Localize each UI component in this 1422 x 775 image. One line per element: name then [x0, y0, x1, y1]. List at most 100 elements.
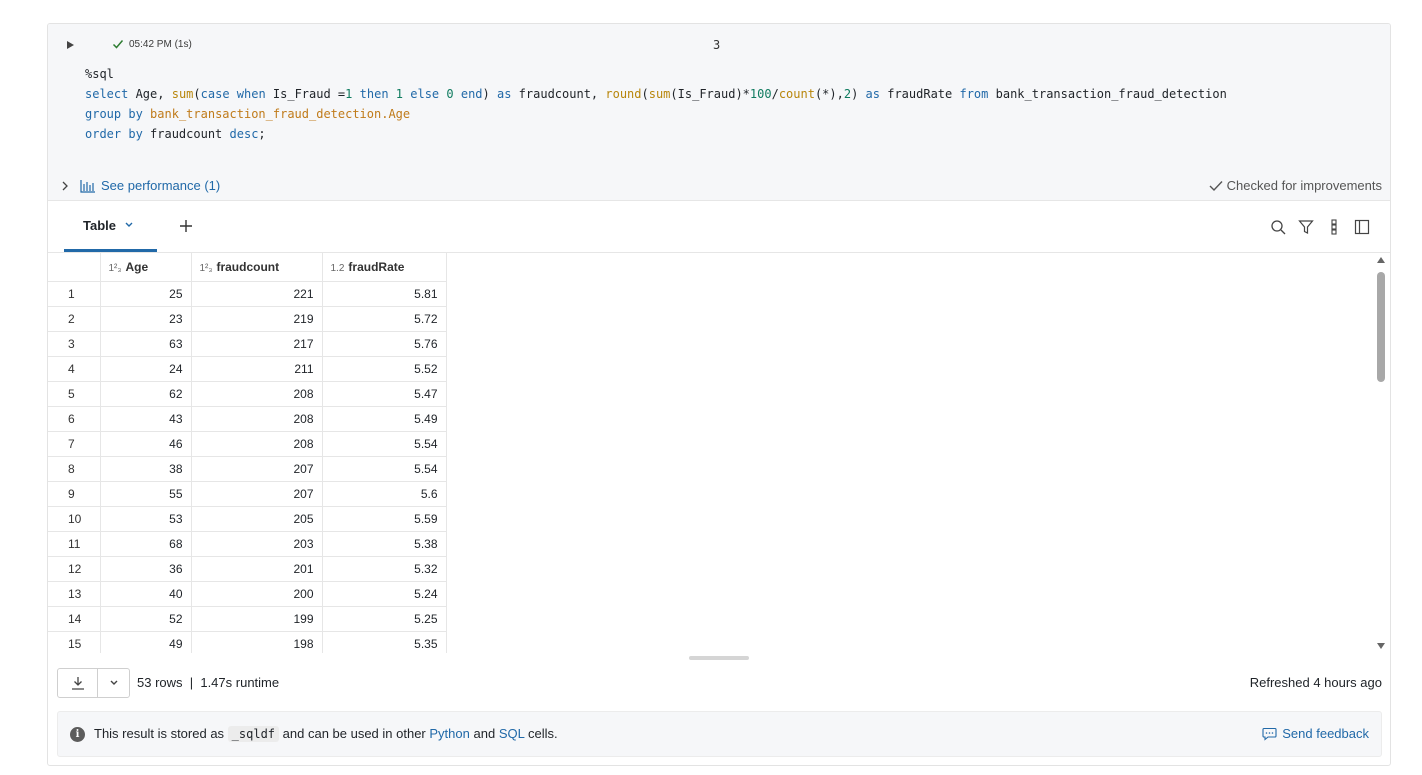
- download-options-button[interactable]: [98, 669, 129, 697]
- table-row[interactable]: 1 25 221 5.81: [48, 281, 447, 307]
- scroll-up-arrow-icon[interactable]: [1377, 257, 1385, 263]
- fraudcount-cell[interactable]: 219: [191, 306, 323, 332]
- column-header-age[interactable]: 1²₃ Age: [100, 253, 192, 282]
- fraudrate-cell[interactable]: 5.52: [322, 356, 447, 382]
- age-cell[interactable]: 55: [100, 481, 192, 507]
- table-row[interactable]: 9 55 207 5.6: [48, 481, 447, 507]
- scroll-thumb[interactable]: [1377, 272, 1385, 382]
- column-header-fraudrate[interactable]: 1.2 fraudRate: [322, 253, 447, 282]
- age-cell[interactable]: 63: [100, 331, 192, 357]
- table-row[interactable]: 10 53 205 5.59: [48, 506, 447, 532]
- fraudcount-cell[interactable]: 208: [191, 431, 323, 457]
- fraudcount-cell[interactable]: 207: [191, 481, 323, 507]
- fraudrate-cell[interactable]: 5.72: [322, 306, 447, 332]
- age-cell[interactable]: 24: [100, 356, 192, 382]
- age-cell[interactable]: 43: [100, 406, 192, 432]
- fraudrate-cell[interactable]: 5.54: [322, 431, 447, 457]
- fraudrate-cell[interactable]: 5.59: [322, 506, 447, 532]
- table-row[interactable]: 8 38 207 5.54: [48, 456, 447, 482]
- scroll-down-arrow-icon[interactable]: [1377, 643, 1385, 649]
- vertical-scrollbar[interactable]: [1375, 257, 1387, 649]
- table-row[interactable]: 11 68 203 5.38: [48, 531, 447, 557]
- send-feedback-link[interactable]: Send feedback: [1262, 726, 1369, 741]
- fraudcount-cell[interactable]: 199: [191, 606, 323, 632]
- age-cell[interactable]: 36: [100, 556, 192, 582]
- age-cell[interactable]: 62: [100, 381, 192, 407]
- row-number: 12: [48, 556, 101, 582]
- fraudrate-cell[interactable]: 5.54: [322, 456, 447, 482]
- table-row[interactable]: 13 40 200 5.24: [48, 581, 447, 607]
- age-cell[interactable]: 23: [100, 306, 192, 332]
- table-row[interactable]: 14 52 199 5.25: [48, 606, 447, 632]
- column-header-fraudcount[interactable]: 1²₃ fraudcount: [191, 253, 323, 282]
- age-cell[interactable]: 40: [100, 581, 192, 607]
- table-row[interactable]: 4 24 211 5.52: [48, 356, 447, 382]
- fraudrate-cell[interactable]: 5.6: [322, 481, 447, 507]
- table-row[interactable]: 12 36 201 5.32: [48, 556, 447, 582]
- age-cell[interactable]: 25: [100, 281, 192, 307]
- age-cell[interactable]: 53: [100, 506, 192, 532]
- fraudrate-cell[interactable]: 5.25: [322, 606, 447, 632]
- age-cell[interactable]: 52: [100, 606, 192, 632]
- run-cell-button[interactable]: [63, 38, 77, 52]
- integer-type-icon: 1²₃: [108, 262, 122, 274]
- row-number: 15: [48, 631, 101, 653]
- fraudrate-cell[interactable]: 5.76: [322, 331, 447, 357]
- resize-handle[interactable]: [689, 656, 749, 660]
- filter-icon[interactable]: [1298, 219, 1314, 235]
- add-visualization-button[interactable]: [178, 218, 194, 234]
- python-link[interactable]: Python: [429, 726, 469, 741]
- age-cell[interactable]: 68: [100, 531, 192, 557]
- search-icon[interactable]: [1270, 219, 1286, 235]
- sql-code[interactable]: %sql select Age, sum(case when Is_Fraud =…: [85, 64, 1227, 144]
- row-number: 6: [48, 406, 101, 432]
- fraudcount-cell[interactable]: 208: [191, 381, 323, 407]
- fraudrate-cell[interactable]: 5.24: [322, 581, 447, 607]
- fraudrate-cell[interactable]: 5.38: [322, 531, 447, 557]
- age-cell[interactable]: 38: [100, 456, 192, 482]
- see-performance-link[interactable]: See performance (1): [80, 178, 220, 193]
- fraudcount-cell[interactable]: 198: [191, 631, 323, 653]
- table-row[interactable]: 3 63 217 5.76: [48, 331, 447, 357]
- fraudcount-cell[interactable]: 217: [191, 331, 323, 357]
- bar-chart-icon: [80, 179, 95, 193]
- sql-link[interactable]: SQL: [499, 726, 525, 741]
- info-text-part: cells.: [527, 726, 558, 741]
- fraudcount-cell[interactable]: 205: [191, 506, 323, 532]
- row-number: 5: [48, 381, 101, 407]
- chat-bubble-icon: [1262, 727, 1277, 741]
- fraudrate-cell[interactable]: 5.35: [322, 631, 447, 653]
- panel-icon[interactable]: [1354, 219, 1370, 235]
- fraudrate-cell[interactable]: 5.47: [322, 381, 447, 407]
- fraudrate-cell[interactable]: 5.81: [322, 281, 447, 307]
- fraudcount-cell[interactable]: 203: [191, 531, 323, 557]
- fraudcount-cell[interactable]: 211: [191, 356, 323, 382]
- fraudrate-cell[interactable]: 5.49: [322, 406, 447, 432]
- fraudcount-cell[interactable]: 200: [191, 581, 323, 607]
- result-grid[interactable]: 1²₃ Age 1²₃ fraudcount 1.2 fraudRate 1 25 221…: [48, 253, 1378, 653]
- table-row[interactable]: 5 62 208 5.47: [48, 381, 447, 407]
- fraudcount-cell[interactable]: 201: [191, 556, 323, 582]
- fraudrate-cell[interactable]: 5.32: [322, 556, 447, 582]
- header-row: 1²₃ Age 1²₃ fraudcount 1.2 fraudRate: [48, 253, 447, 282]
- table-row[interactable]: 2 23 219 5.72: [48, 306, 447, 332]
- row-number: 8: [48, 456, 101, 482]
- age-cell[interactable]: 46: [100, 431, 192, 457]
- row-number: 9: [48, 481, 101, 507]
- fraudcount-cell[interactable]: 221: [191, 281, 323, 307]
- table-body: 1 25 221 5.81 2 23 219 5.72 3 63 217 5.76 4 24 211 5.52…: [48, 281, 447, 653]
- table-row[interactable]: 7 46 208 5.54: [48, 431, 447, 457]
- expand-chevron-icon[interactable]: [60, 179, 70, 196]
- table-row[interactable]: 15 49 198 5.35: [48, 631, 447, 653]
- cell-number: 3: [713, 38, 721, 52]
- columns-icon[interactable]: [1326, 219, 1342, 235]
- checkmark-icon: [1209, 180, 1223, 191]
- fraudcount-cell[interactable]: 208: [191, 406, 323, 432]
- download-button[interactable]: [58, 669, 99, 697]
- tab-table[interactable]: Table: [64, 201, 157, 252]
- table-row[interactable]: 6 43 208 5.49: [48, 406, 447, 432]
- age-cell[interactable]: 49: [100, 631, 192, 653]
- refreshed-time: Refreshed 4 hours ago: [1249, 675, 1382, 690]
- column-header-label: fraudcount: [216, 259, 280, 274]
- fraudcount-cell[interactable]: 207: [191, 456, 323, 482]
